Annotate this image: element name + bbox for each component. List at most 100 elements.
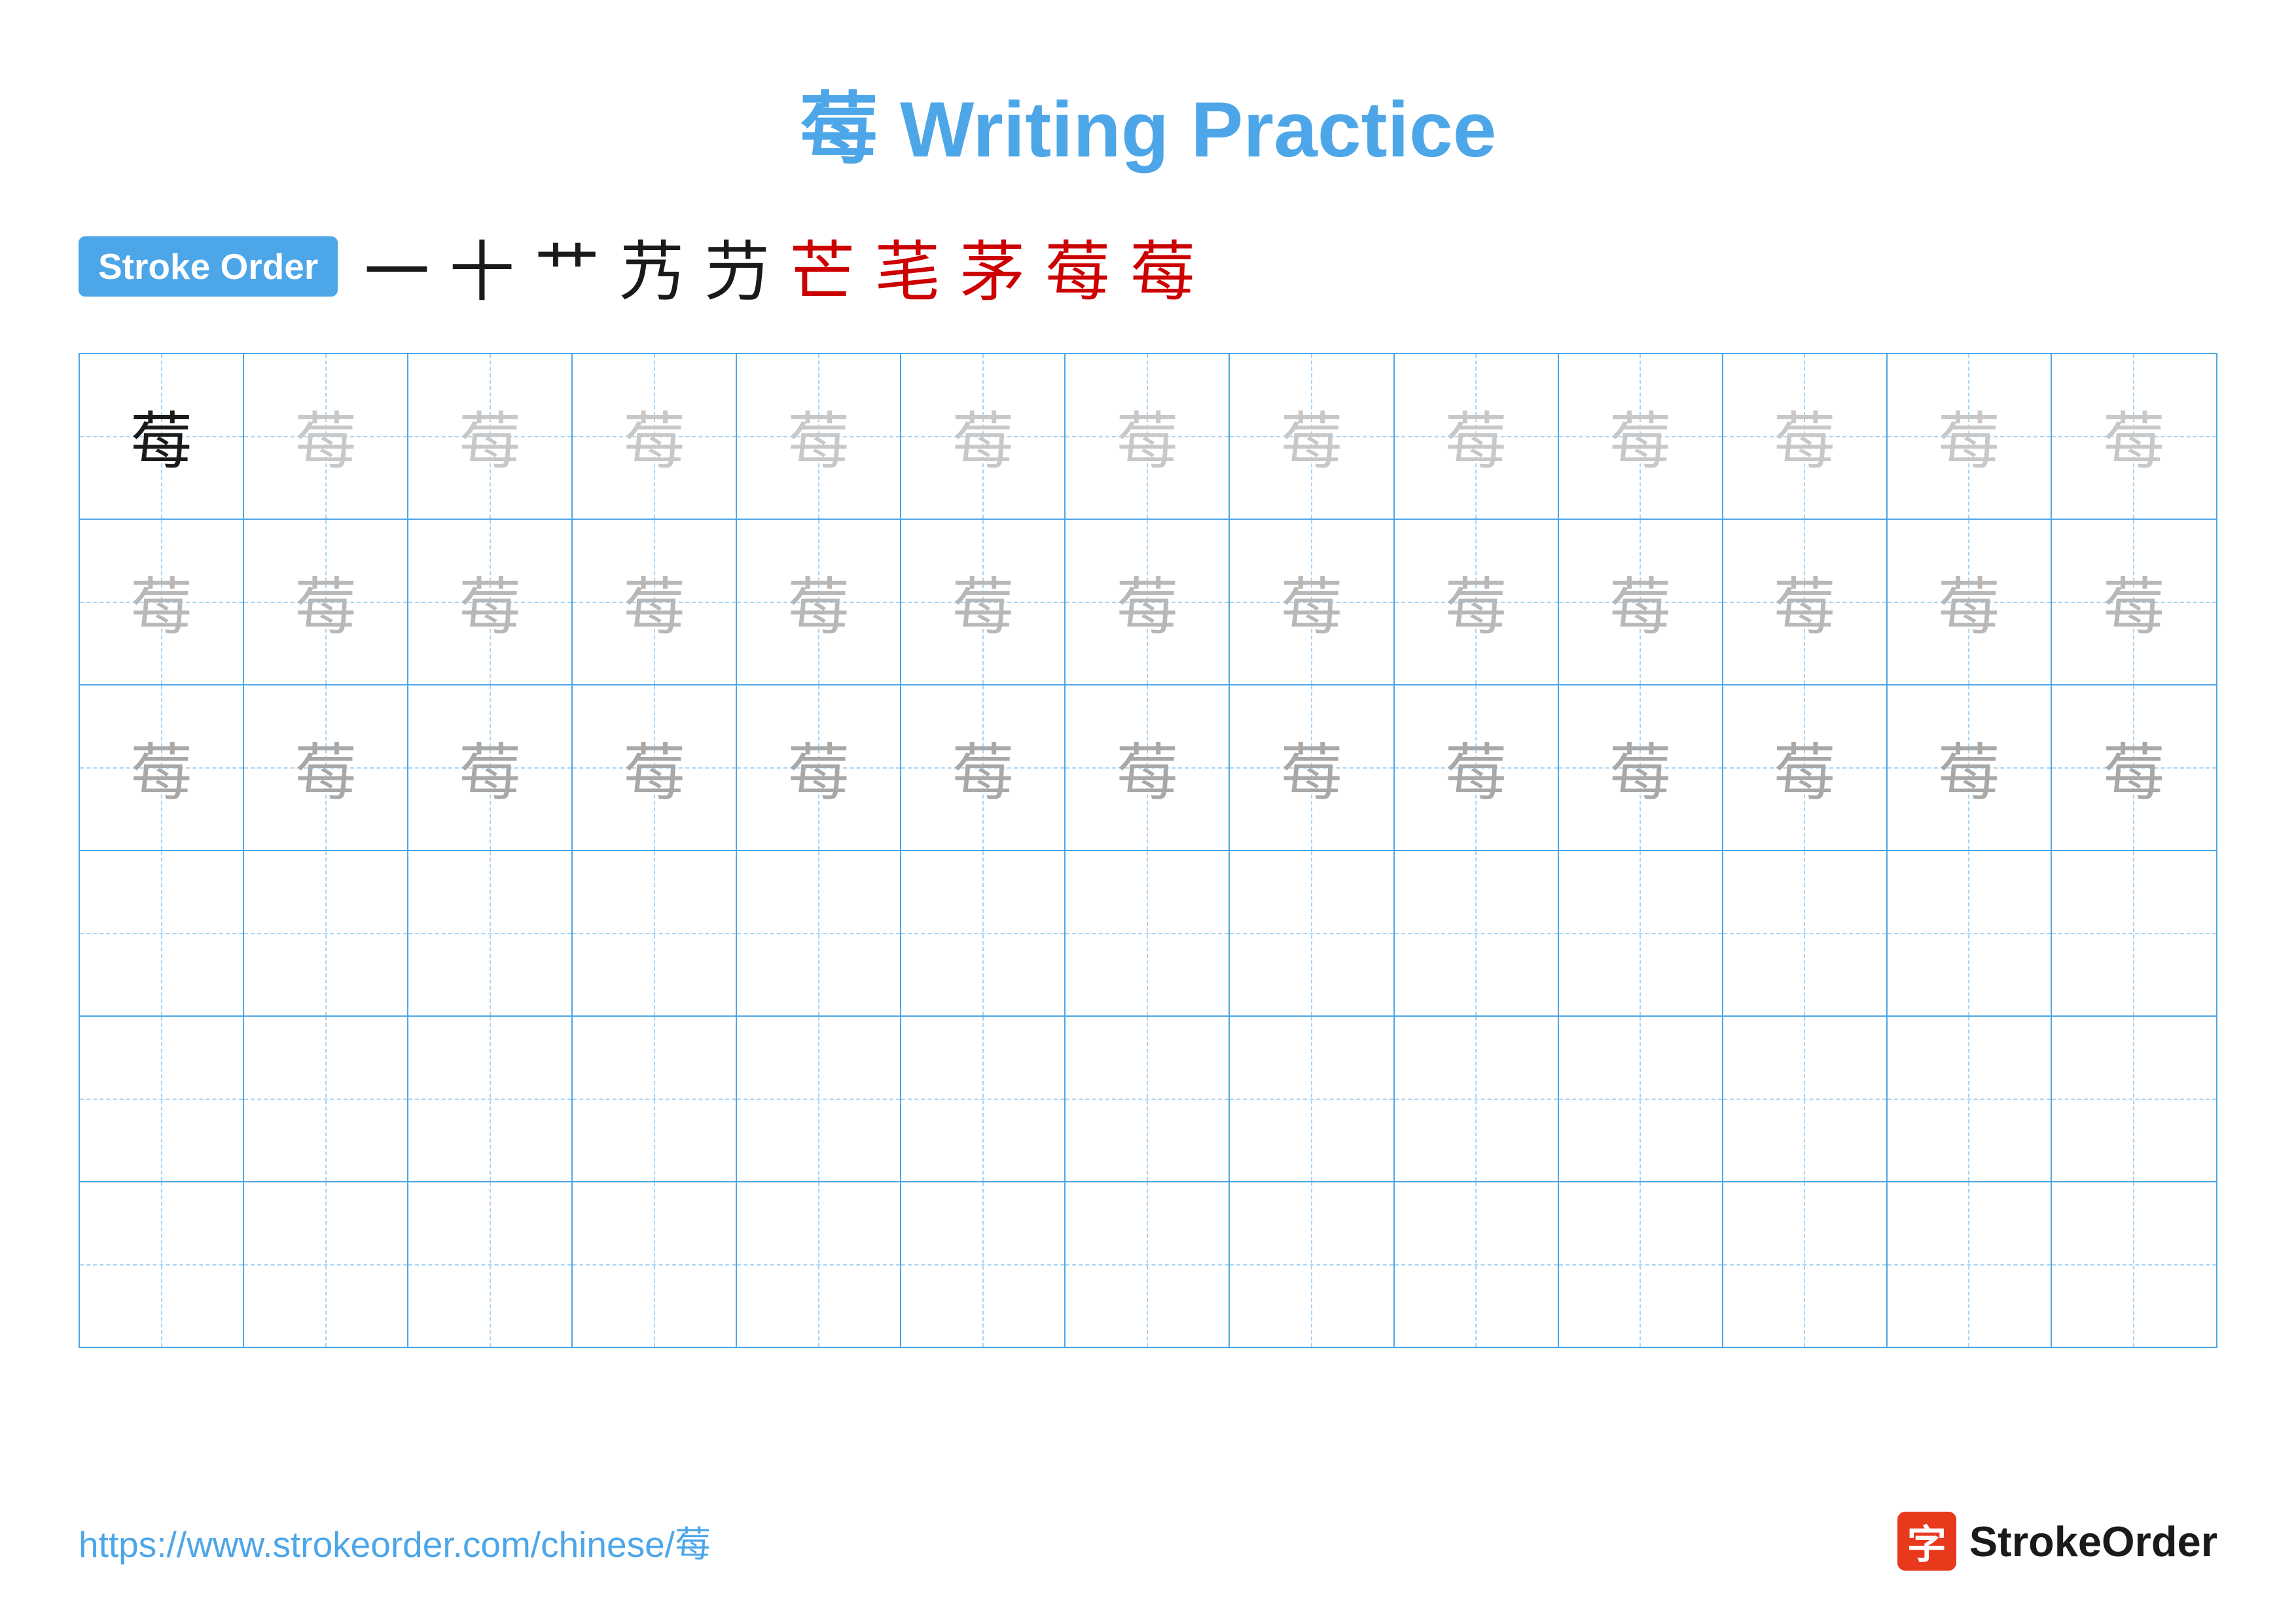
grid-cell[interactable] <box>2052 1182 2216 1347</box>
grid-cell[interactable]: 莓 <box>244 520 408 684</box>
grid-cell[interactable] <box>408 1182 573 1347</box>
practice-grid: 莓 莓 莓 莓 莓 莓 莓 莓 莓 莓 莓 莓 莓 莓 莓 莓 莓 莓 莓 莓 … <box>79 353 2217 1348</box>
grid-cell[interactable]: 莓 <box>1723 520 1888 684</box>
grid-cell[interactable] <box>80 1182 244 1347</box>
cell-char: 莓 <box>787 557 850 647</box>
grid-cell[interactable]: 莓 <box>901 354 1066 519</box>
grid-cell[interactable]: 莓 <box>1888 685 2052 850</box>
grid-cell[interactable]: 莓 <box>901 520 1066 684</box>
grid-cell[interactable] <box>901 851 1066 1015</box>
grid-cell[interactable]: 莓 <box>1066 520 1230 684</box>
footer-url[interactable]: https://www.strokeorder.com/chinese/莓 <box>79 1515 711 1567</box>
grid-cell[interactable] <box>1395 1017 1559 1181</box>
stroke-4: 艿 <box>619 219 685 314</box>
grid-cell[interactable] <box>1066 1017 1230 1181</box>
grid-cell[interactable]: 莓 <box>1230 685 1394 850</box>
grid-cell[interactable] <box>901 1182 1066 1347</box>
grid-cell[interactable]: 莓 <box>244 354 408 519</box>
grid-cell[interactable]: 莓 <box>1723 354 1888 519</box>
grid-cell[interactable]: 莓 <box>408 520 573 684</box>
grid-cell[interactable]: 莓 <box>573 685 737 850</box>
stroke-order-row: Stroke Order 一 十 艹 艿 芀 芒 芼 茅 莓 莓 <box>79 219 2217 314</box>
cell-char: 莓 <box>623 557 685 647</box>
page-title: 莓 Writing Practice <box>79 65 2217 179</box>
cell-char: 莓 <box>2103 723 2165 812</box>
grid-cell[interactable] <box>408 851 573 1015</box>
grid-cell[interactable]: 莓 <box>1230 354 1394 519</box>
grid-cell[interactable] <box>737 1017 901 1181</box>
grid-cell[interactable] <box>573 851 737 1015</box>
cell-char: 莓 <box>787 392 850 481</box>
grid-cell[interactable]: 莓 <box>573 354 737 519</box>
grid-cell[interactable] <box>1888 1182 2052 1347</box>
grid-cell[interactable]: 莓 <box>244 685 408 850</box>
grid-cell[interactable]: 莓 <box>2052 685 2216 850</box>
grid-cell[interactable]: 莓 <box>80 354 244 519</box>
grid-cell[interactable] <box>1559 1182 1723 1347</box>
footer-logo: 字 StrokeOrder <box>1897 1512 2217 1571</box>
grid-cell[interactable] <box>2052 851 2216 1015</box>
grid-cell[interactable] <box>1395 1182 1559 1347</box>
grid-cell[interactable]: 莓 <box>1559 354 1723 519</box>
grid-cell[interactable]: 莓 <box>80 685 244 850</box>
grid-cell[interactable]: 莓 <box>901 685 1066 850</box>
grid-cell[interactable] <box>408 1017 573 1181</box>
grid-cell[interactable]: 莓 <box>80 520 244 684</box>
grid-cell[interactable] <box>737 1182 901 1347</box>
grid-cell[interactable] <box>573 1017 737 1181</box>
grid-cell[interactable]: 莓 <box>1230 520 1394 684</box>
cell-char: 莓 <box>2103 557 2165 647</box>
stroke-10: 莓 <box>1130 219 1195 314</box>
grid-cell[interactable] <box>80 1017 244 1181</box>
stroke-sequence: 一 十 艹 艿 芀 芒 芼 茅 莓 莓 <box>364 219 1195 314</box>
grid-cell[interactable]: 莓 <box>2052 354 2216 519</box>
grid-cell[interactable]: 莓 <box>1888 520 2052 684</box>
grid-cell[interactable] <box>737 851 901 1015</box>
grid-cell[interactable] <box>1230 1017 1394 1181</box>
grid-cell[interactable]: 莓 <box>1066 354 1230 519</box>
grid-cell[interactable]: 莓 <box>1888 354 2052 519</box>
grid-cell[interactable]: 莓 <box>1395 520 1559 684</box>
grid-cell[interactable] <box>1559 851 1723 1015</box>
grid-cell[interactable]: 莓 <box>1395 354 1559 519</box>
grid-cell[interactable]: 莓 <box>573 520 737 684</box>
grid-cell[interactable]: 莓 <box>1066 685 1230 850</box>
grid-cell[interactable] <box>1066 851 1230 1015</box>
grid-cell[interactable] <box>244 851 408 1015</box>
cell-char: 莓 <box>1445 723 1507 812</box>
cell-char: 莓 <box>2103 392 2165 481</box>
grid-cell[interactable] <box>901 1017 1066 1181</box>
cell-char: 莓 <box>459 557 521 647</box>
grid-cell[interactable] <box>1888 851 2052 1015</box>
grid-cell[interactable] <box>573 1182 737 1347</box>
grid-cell[interactable] <box>1888 1017 2052 1181</box>
grid-cell[interactable] <box>80 851 244 1015</box>
grid-cell[interactable] <box>2052 1017 2216 1181</box>
grid-cell[interactable]: 莓 <box>737 520 901 684</box>
grid-cell[interactable]: 莓 <box>2052 520 2216 684</box>
grid-cell[interactable] <box>1723 1017 1888 1181</box>
grid-cell[interactable]: 莓 <box>1559 685 1723 850</box>
grid-cell[interactable] <box>1723 851 1888 1015</box>
grid-cell[interactable] <box>1230 851 1394 1015</box>
cell-char: 莓 <box>623 392 685 481</box>
grid-cell[interactable] <box>244 1017 408 1181</box>
cell-char: 莓 <box>1774 723 1836 812</box>
grid-cell[interactable]: 莓 <box>737 354 901 519</box>
cell-char: 莓 <box>952 392 1014 481</box>
grid-cell[interactable] <box>1723 1182 1888 1347</box>
grid-cell[interactable]: 莓 <box>737 685 901 850</box>
cell-char: 莓 <box>1609 392 1672 481</box>
grid-cell[interactable]: 莓 <box>408 354 573 519</box>
grid-cell[interactable] <box>1066 1182 1230 1347</box>
grid-cell[interactable] <box>1395 851 1559 1015</box>
grid-cell[interactable]: 莓 <box>1395 685 1559 850</box>
cell-char: 莓 <box>459 392 521 481</box>
grid-cell[interactable] <box>244 1182 408 1347</box>
grid-cell[interactable]: 莓 <box>408 685 573 850</box>
grid-cell[interactable]: 莓 <box>1559 520 1723 684</box>
grid-cell[interactable] <box>1230 1182 1394 1347</box>
cell-char: 莓 <box>1774 557 1836 647</box>
grid-cell[interactable] <box>1559 1017 1723 1181</box>
grid-cell[interactable]: 莓 <box>1723 685 1888 850</box>
